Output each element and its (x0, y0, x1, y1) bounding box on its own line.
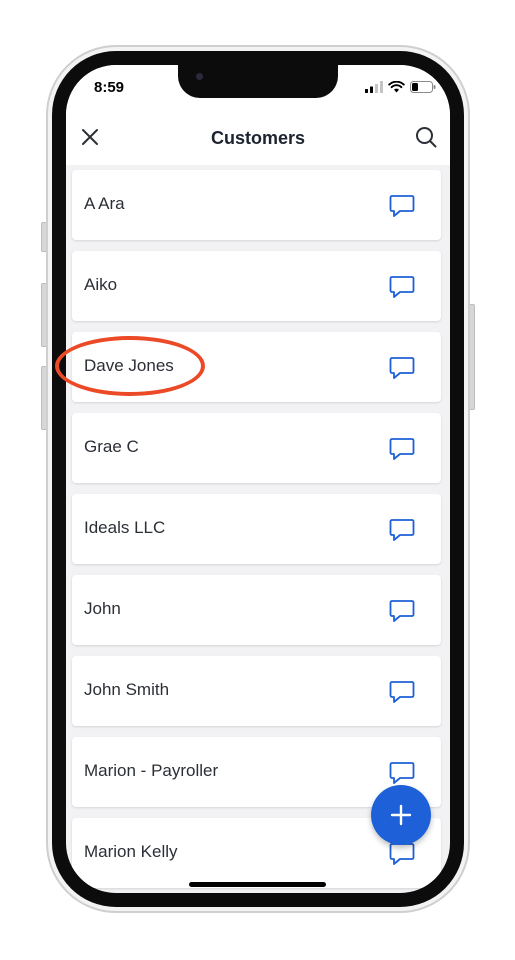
chat-bubble-icon[interactable] (389, 518, 415, 542)
chat-bubble-icon[interactable] (389, 437, 415, 461)
customer-list-item[interactable]: Aiko (72, 251, 441, 321)
search-icon (416, 127, 437, 148)
customer-name: Aiko (84, 275, 118, 294)
customer-name: Ideals LLC (84, 518, 166, 537)
plus-icon (390, 804, 412, 826)
chat-bubble-icon[interactable] (389, 680, 415, 704)
customer-name: A Ara (84, 194, 125, 213)
customer-name: Marion - Payroller (84, 761, 219, 780)
phone-screen: 8:59 Customers A Ara Aiko Dave Jones Gra… (66, 65, 450, 893)
customer-list-item[interactable]: A Ara (72, 170, 441, 240)
chat-bubble-icon[interactable] (389, 356, 415, 380)
wifi-icon (388, 81, 405, 93)
customer-list-item[interactable]: Grae C (72, 413, 441, 483)
search-button[interactable] (412, 123, 440, 151)
customer-list-item[interactable]: John Smith (72, 656, 441, 726)
annotation-highlight-oval (55, 336, 205, 396)
customer-name: John (84, 599, 121, 618)
customer-name: John Smith (84, 680, 170, 699)
home-indicator (189, 882, 326, 887)
chat-bubble-icon[interactable] (389, 599, 415, 623)
notch (178, 65, 338, 98)
page-title: Customers (210, 128, 306, 148)
status-time: 8:59 (94, 79, 125, 96)
chat-bubble-icon[interactable] (389, 761, 415, 785)
customer-name: Grae C (84, 437, 139, 456)
chat-bubble-icon[interactable] (389, 194, 415, 218)
chat-bubble-icon[interactable] (389, 842, 415, 866)
signal-icon (365, 81, 383, 93)
add-customer-button[interactable] (371, 785, 431, 845)
status-icons (365, 81, 436, 93)
customer-list-item[interactable]: Ideals LLC (72, 494, 441, 564)
customer-list-item[interactable]: John (72, 575, 441, 645)
battery-icon (410, 81, 436, 93)
app-header: Customers (66, 109, 450, 165)
customer-name: Marion Kelly (84, 842, 178, 861)
chat-bubble-icon[interactable] (389, 275, 415, 299)
